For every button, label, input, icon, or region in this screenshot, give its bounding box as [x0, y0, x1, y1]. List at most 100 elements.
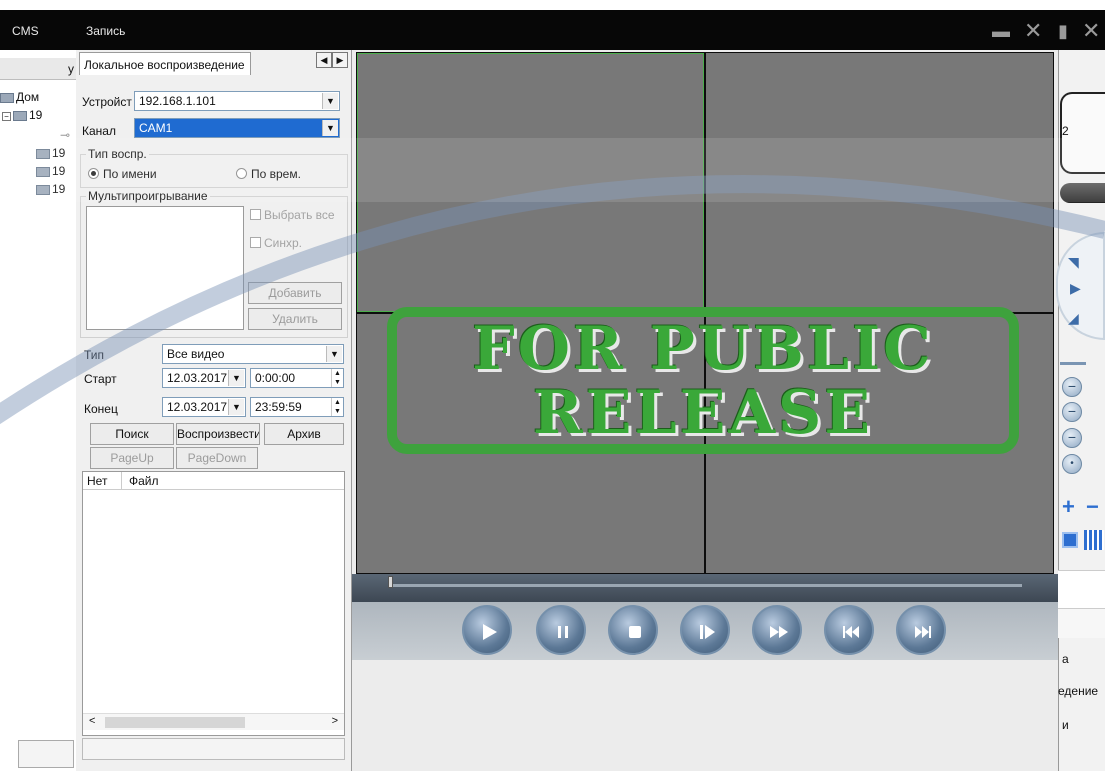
device-tree-tab[interactable]: у	[0, 58, 76, 80]
tree-item-device[interactable]: 19	[36, 182, 65, 196]
outer-close-icon[interactable]: ✕	[1082, 20, 1100, 42]
tree-item-device[interactable]: 19	[36, 146, 65, 160]
scroll-right-icon[interactable]: >	[332, 715, 338, 727]
channel-select[interactable]: CAM1 ▼	[134, 118, 340, 138]
device-tree-tab-label: у	[68, 62, 74, 76]
iris-out-icon[interactable]: −	[1062, 428, 1082, 448]
play-control-button[interactable]	[462, 605, 512, 655]
chevron-down-icon: ▼	[322, 93, 338, 109]
right-label-2: 2	[1062, 124, 1069, 138]
end-date-picker[interactable]: 12.03.2017 ▼	[162, 397, 246, 417]
minimize-icon[interactable]: ▬	[992, 22, 1010, 40]
remove-icon[interactable]: −	[1086, 494, 1099, 520]
type-label: Тип	[84, 348, 105, 362]
add-icon[interactable]: +	[1062, 494, 1075, 520]
progress-thumb[interactable]	[388, 576, 393, 588]
checkbox-icon	[250, 209, 261, 220]
camera-icon	[36, 166, 50, 177]
radio-by-time-label: По врем.	[251, 167, 301, 181]
end-date-value: 12.03.2017	[167, 400, 228, 414]
start-date-picker[interactable]: 12.03.2017 ▼	[162, 368, 246, 388]
tree-item-group[interactable]: − 19	[2, 108, 42, 122]
device-select[interactable]: 192.168.1.101 ▼	[134, 91, 340, 111]
single-view-icon[interactable]	[1062, 532, 1078, 548]
end-label: Конец	[84, 402, 118, 416]
channel-select-value: CAM1	[139, 121, 173, 135]
zoom-out-icon[interactable]: −	[1062, 377, 1082, 397]
collapse-icon[interactable]: −	[2, 112, 11, 121]
restore-icon[interactable]: ▮	[1058, 22, 1068, 40]
tree-item-label: 19	[52, 146, 66, 160]
device-tree-panel: у Дом − 19 ⊸ 19 19 19	[0, 50, 76, 771]
file-list-scrollbar[interactable]: < >	[83, 713, 344, 730]
tree-item-label: 19	[52, 182, 66, 196]
ptz-divider	[1060, 362, 1086, 365]
right-label-a: а	[1062, 652, 1069, 666]
sync-checkbox[interactable]: Синхр.	[250, 236, 302, 250]
right-label-vedenie[interactable]: едение	[1058, 684, 1098, 698]
archive-button[interactable]: Архив	[264, 423, 344, 445]
channel-label: Канал	[82, 124, 116, 138]
progress-bar	[352, 574, 1058, 602]
tab-next-button[interactable]: ▶	[332, 52, 348, 68]
file-list[interactable]: Нет Файл	[82, 471, 345, 736]
column-header-file[interactable]: Файл	[129, 474, 159, 488]
multiplay-list[interactable]	[86, 206, 244, 330]
arrow-down-icon[interactable]: ◢	[1068, 310, 1079, 327]
watermark-stamp	[387, 307, 1019, 454]
title-bar: CMS Запись ▬ ✕ ▮ ✕	[0, 10, 1105, 50]
device-label: Устройство	[82, 95, 132, 109]
progress-track[interactable]	[392, 584, 1022, 587]
focus-out-icon[interactable]: −	[1062, 402, 1082, 422]
search-button[interactable]: Поиск	[90, 423, 174, 445]
play-button[interactable]: Воспроизвести	[176, 423, 260, 445]
camera-icon	[36, 148, 50, 159]
ptz-slider[interactable]	[1060, 183, 1105, 203]
right-panel-row	[1058, 608, 1105, 638]
chevron-down-icon: ▼	[228, 399, 244, 415]
scroll-thumb[interactable]	[105, 717, 245, 728]
chevron-down-icon: ▼	[228, 370, 244, 386]
home-icon	[0, 92, 14, 103]
select-all-checkbox[interactable]: Выбрать все	[250, 208, 335, 222]
next-control-button[interactable]	[896, 605, 946, 655]
end-time-input[interactable]: 23:59:59 ▲ ▼	[250, 397, 344, 417]
type-select-value: Все видео	[167, 347, 225, 361]
spinner-icon[interactable]: ▲ ▼	[331, 369, 343, 387]
pageup-button[interactable]: PageUp	[90, 447, 174, 469]
grid-view-icon[interactable]	[1084, 530, 1104, 550]
close-icon[interactable]: ✕	[1024, 20, 1042, 42]
app-title: CMS	[12, 24, 39, 38]
tree-root-home[interactable]: Дом	[0, 90, 39, 104]
pause-icon	[558, 626, 568, 638]
video-cell-1[interactable]	[357, 53, 704, 312]
sync-label: Синхр.	[264, 236, 303, 250]
scroll-left-icon[interactable]: <	[89, 715, 95, 727]
spinner-icon[interactable]: ▲ ▼	[331, 398, 343, 416]
delete-button[interactable]: Удалить	[248, 308, 342, 330]
stop-control-button[interactable]	[608, 605, 658, 655]
tab-local-playback[interactable]: Локальное воспроизведение	[79, 52, 251, 75]
arrow-up-icon[interactable]: ◥	[1068, 254, 1079, 271]
pause-control-button[interactable]	[536, 605, 586, 655]
pagedown-button[interactable]: PageDown	[176, 447, 258, 469]
file-list-header: Нет Файл	[83, 472, 344, 490]
add-button[interactable]: Добавить	[248, 282, 342, 304]
column-header-no[interactable]: Нет	[87, 474, 107, 488]
chevron-down-icon: ▼	[326, 346, 342, 362]
tree-item-device[interactable]: 19	[36, 164, 65, 178]
playback-type-title: Тип воспр.	[86, 147, 149, 161]
tab-prev-button[interactable]: ◀	[316, 52, 332, 68]
step-forward-control-button[interactable]	[680, 605, 730, 655]
previous-control-button[interactable]	[824, 605, 874, 655]
arrow-right-icon[interactable]: ▶	[1070, 280, 1081, 297]
camera-icon	[36, 184, 50, 195]
radio-checked-icon	[88, 168, 99, 179]
start-time-input[interactable]: 0:00:00 ▲ ▼	[250, 368, 344, 388]
fast-forward-control-button[interactable]	[752, 605, 802, 655]
radio-by-time[interactable]: По врем.	[236, 167, 301, 181]
preset-icon[interactable]: •	[1062, 454, 1082, 474]
radio-by-name[interactable]: По имени	[88, 167, 157, 181]
type-select[interactable]: Все видео ▼	[162, 344, 344, 364]
video-cell-2[interactable]	[706, 53, 1053, 312]
